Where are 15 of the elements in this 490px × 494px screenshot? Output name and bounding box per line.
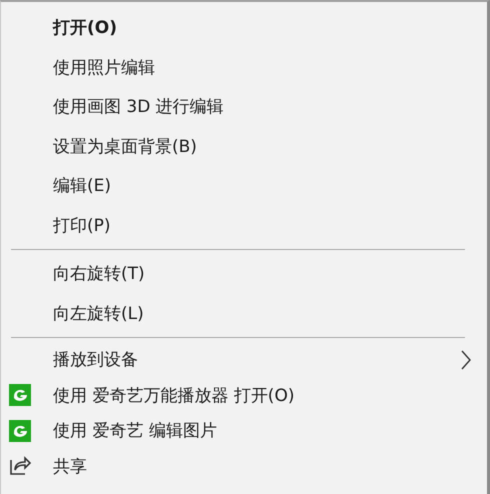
menu-item[interactable]: 使用 爱奇艺 编辑图片 [53,419,471,442]
share-icon [9,456,31,476]
menu-item[interactable]: 编辑(E) [53,174,471,198]
menu-item[interactable]: 打开(O) [53,16,471,40]
menu-item[interactable]: 打印(P) [53,214,471,237]
app-icon [9,420,31,442]
app-icon [9,384,31,406]
menu-item[interactable]: 共享 [53,454,471,478]
menu-item[interactable]: 向左旋转(L) [53,302,471,325]
menu-item[interactable]: 使用照片编辑 [53,56,471,79]
menu-item[interactable]: 使用画图 3D 进行编辑 [53,95,471,118]
menu-item[interactable]: 向右旋转(T) [53,262,471,286]
menu-item[interactable]: 播放到设备 [53,348,461,372]
menu-item[interactable]: 设置为桌面背景(B) [53,134,471,158]
menu-item[interactable]: 使用 爱奇艺万能播放器 打开(O) [53,384,471,407]
